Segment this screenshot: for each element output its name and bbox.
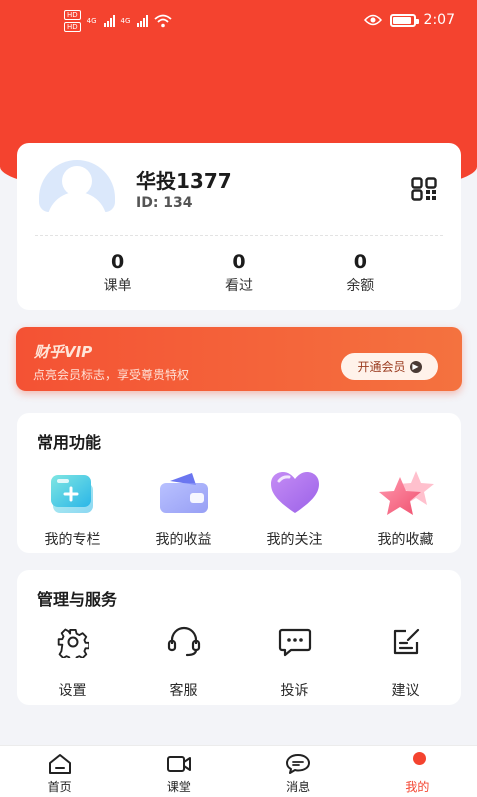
function-my-favorites[interactable]: 我的收藏 bbox=[350, 465, 461, 549]
stat-label: 余额 bbox=[346, 278, 375, 294]
stats-row: 0 课单 0 看过 0 余额 bbox=[17, 251, 461, 295]
tab-label: 我的 bbox=[405, 780, 430, 794]
vip-banner[interactable]: 财乎VIP 点亮会员标志，享受尊贵特权 开通会员 ▶ bbox=[16, 327, 462, 391]
stat-courses[interactable]: 0 课单 bbox=[78, 251, 158, 295]
stat-label: 课单 bbox=[103, 278, 132, 294]
function-my-column[interactable]: 我的专栏 bbox=[17, 465, 128, 549]
bottom-tab-bar: 首页 课堂 消息 我的 bbox=[0, 745, 477, 797]
open-membership-button[interactable]: 开通会员 ▶ bbox=[341, 353, 438, 380]
vip-subtitle: 点亮会员标志，享受尊贵特权 bbox=[33, 368, 190, 382]
stat-value: 0 bbox=[111, 251, 125, 273]
status-right: 2:07 bbox=[363, 12, 455, 28]
common-functions-card: 常用功能 我的专栏 我的收益 我的关注 我的收藏 bbox=[17, 413, 461, 553]
service-settings[interactable]: 设置 bbox=[17, 622, 128, 700]
wallet-icon bbox=[128, 465, 239, 521]
headset-icon bbox=[128, 622, 239, 662]
gear-icon bbox=[17, 622, 128, 662]
wifi-icon bbox=[154, 14, 173, 28]
vip-title: 财乎VIP bbox=[34, 343, 93, 361]
function-label: 我的收藏 bbox=[377, 532, 434, 548]
tab-messages[interactable]: 消息 bbox=[239, 746, 358, 797]
sim-badge-2: HD bbox=[64, 22, 81, 32]
service-customer-support[interactable]: 客服 bbox=[128, 622, 239, 700]
star-icon bbox=[350, 465, 461, 521]
section-title: 管理与服务 bbox=[37, 590, 118, 609]
tab-label: 消息 bbox=[286, 780, 311, 794]
heart-icon bbox=[239, 465, 350, 521]
network-type-1: 4G bbox=[86, 17, 97, 25]
open-membership-label: 开通会员 bbox=[357, 360, 406, 374]
service-label: 客服 bbox=[169, 683, 198, 699]
services-grid: 设置 客服 投诉 建议 bbox=[17, 622, 461, 700]
chevron-right-icon: ▶ bbox=[409, 360, 422, 373]
qr-code-icon[interactable] bbox=[411, 177, 437, 201]
username: 华投1377 bbox=[136, 169, 232, 193]
status-left: HD HD 4G 4G bbox=[64, 10, 173, 32]
tab-label: 首页 bbox=[47, 780, 72, 794]
functions-grid: 我的专栏 我的收益 我的关注 我的收藏 bbox=[17, 465, 461, 549]
sim-badges: HD HD bbox=[64, 10, 81, 32]
stat-label: 看过 bbox=[224, 278, 253, 294]
stat-value: 0 bbox=[353, 251, 367, 273]
clock: 2:07 bbox=[423, 12, 455, 28]
column-icon bbox=[17, 465, 128, 521]
network-type-2: 4G bbox=[120, 17, 131, 25]
function-label: 我的收益 bbox=[155, 532, 212, 548]
function-my-follows[interactable]: 我的关注 bbox=[239, 465, 350, 549]
service-suggestion[interactable]: 建议 bbox=[350, 622, 461, 700]
function-label: 我的关注 bbox=[266, 532, 323, 548]
message-icon bbox=[286, 754, 311, 774]
sim-badge-1: HD bbox=[64, 10, 81, 20]
tab-profile[interactable]: 我的 bbox=[358, 746, 477, 797]
user-id: ID: 134 bbox=[136, 195, 193, 211]
avatar[interactable] bbox=[39, 160, 115, 212]
profile-card: 华投1377 ID: 134 0 课单 0 看过 0 余额 bbox=[17, 143, 461, 310]
stat-viewed[interactable]: 0 看过 bbox=[199, 251, 279, 295]
eye-icon bbox=[363, 14, 382, 26]
function-label: 我的专栏 bbox=[44, 532, 101, 548]
service-label: 建议 bbox=[391, 683, 420, 699]
signal-icon bbox=[103, 15, 115, 27]
stat-balance[interactable]: 0 余额 bbox=[320, 251, 400, 295]
service-complaint[interactable]: 投诉 bbox=[239, 622, 350, 700]
divider bbox=[35, 235, 443, 236]
function-my-earnings[interactable]: 我的收益 bbox=[128, 465, 239, 549]
profile-icon bbox=[413, 752, 427, 765]
battery-icon bbox=[389, 13, 419, 27]
stat-value: 0 bbox=[232, 251, 246, 273]
home-icon bbox=[48, 754, 71, 774]
chat-bubble-icon bbox=[239, 622, 350, 662]
tab-label: 课堂 bbox=[166, 780, 191, 794]
video-camera-icon bbox=[166, 756, 191, 772]
edit-note-icon bbox=[350, 622, 461, 662]
status-bar: HD HD 4G 4G 2:07 bbox=[0, 0, 477, 44]
section-title: 常用功能 bbox=[37, 433, 102, 452]
signal-icon-2 bbox=[137, 15, 149, 27]
service-label: 设置 bbox=[58, 683, 87, 699]
service-label: 投诉 bbox=[280, 683, 309, 699]
management-services-card: 管理与服务 设置 客服 投诉 建议 bbox=[17, 570, 461, 705]
tab-classroom[interactable]: 课堂 bbox=[119, 746, 238, 797]
tab-home[interactable]: 首页 bbox=[0, 746, 119, 797]
